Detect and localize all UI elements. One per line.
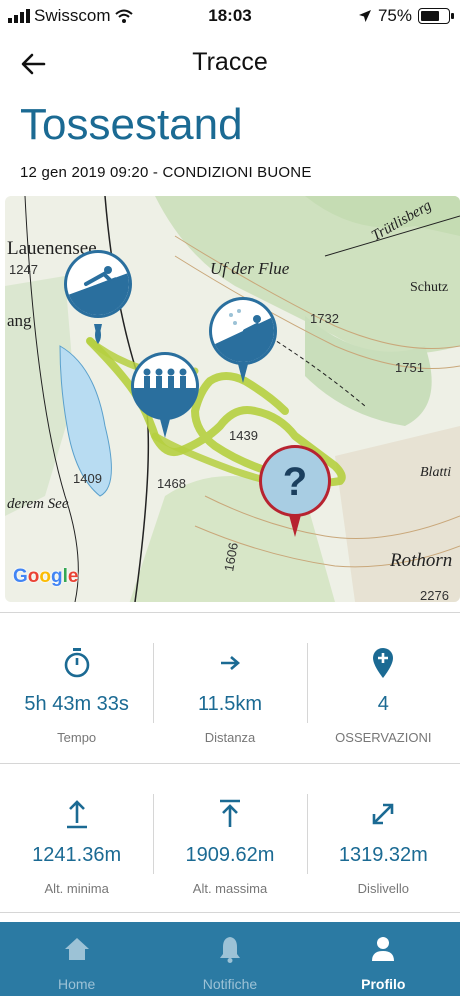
tab-home-label: Home (57, 976, 96, 992)
tab-home[interactable]: Home (0, 922, 153, 996)
stat-distance-label: Distanza (204, 730, 256, 745)
google-letter: G (13, 566, 28, 587)
arrow-right-icon (153, 643, 306, 683)
bell-icon (153, 934, 306, 964)
map-elevation-1751: 1751 (395, 360, 424, 375)
stat-elevation-gain: 1319.32m Dislivello (306, 764, 460, 914)
track-subtitle: 12 gen 2019 09:20 - CONDIZIONI BUONE (20, 164, 312, 181)
google-letter: o (39, 566, 51, 587)
stat-max-altitude-value: 1909.62m (185, 844, 275, 866)
map-label-derem-see: derem See (7, 496, 69, 512)
stats-row-1: 5h 43m 33s Tempo 11.5km Distanza 4 OSSER… (0, 613, 460, 763)
pin-plus-icon (307, 643, 460, 683)
map-elevation-1409: 1409 (73, 471, 102, 486)
tab-profile-label: Profilo (361, 976, 406, 992)
map-label-uf-der-flue: Uf der Flue (210, 259, 290, 278)
battery-icon (418, 8, 454, 24)
battery-percent: 75% (377, 6, 412, 25)
map-elevation-1247: 1247 (9, 262, 38, 277)
track-condition: CONDIZIONI BUONE (162, 164, 312, 181)
status-right: 75% (358, 6, 454, 26)
tab-notifications[interactable]: Notifiche (153, 922, 306, 996)
map-label-blatti: Blatti (420, 465, 451, 480)
diagonal-expand-icon (307, 794, 460, 834)
map-elevation-1732: 1732 (310, 311, 339, 326)
stat-max-altitude-label: Alt. massima (192, 881, 268, 896)
stat-observations: 4 OSSERVAZIONI (306, 613, 460, 763)
track-map[interactable]: Lauenensee Uf der Flue Trütlisberg Schut… (5, 196, 460, 602)
stat-time-value: 5h 43m 33s (24, 693, 129, 715)
stats-row-2: 1241.36m Alt. minima 1909.62m Alt. massi… (0, 764, 460, 914)
person-icon (307, 934, 460, 964)
stat-observations-label: OSSERVAZIONI (335, 730, 432, 745)
tab-profile[interactable]: Profilo (307, 922, 460, 996)
track-name: Tossestand (20, 100, 243, 149)
stat-distance: 11.5km Distanza (153, 613, 306, 763)
divider-bottom (0, 912, 460, 913)
map-label-schutz: Schutz (410, 280, 448, 295)
map-label-ang: ang (7, 311, 32, 330)
stopwatch-icon (0, 643, 153, 683)
stat-elevation-gain-label: Dislivello (357, 881, 409, 896)
status-bar: Swisscom 18:03 75% (0, 0, 460, 34)
stat-min-altitude: 1241.36m Alt. minima (0, 764, 153, 914)
map-label-rothorn: Rothorn (389, 550, 452, 571)
tab-notifications-label: Notifiche (202, 976, 258, 992)
location-arrow-icon (358, 10, 371, 22)
stat-max-altitude: 1909.62m Alt. massima (153, 764, 306, 914)
stat-min-altitude-label: Alt. minima (44, 881, 109, 896)
google-letter: e (67, 566, 79, 587)
navigation-bar: Tracce (0, 34, 460, 92)
nav-title: Tracce (192, 48, 268, 76)
google-letter: g (51, 566, 63, 587)
google-letter: o (27, 566, 40, 587)
home-icon (0, 934, 153, 964)
map-elevation-1468: 1468 (157, 476, 186, 491)
map-elevation-2276: 2276 (420, 588, 449, 602)
arrow-up-from-line-icon (0, 794, 153, 834)
stat-time-label: Tempo (57, 730, 97, 745)
stat-min-altitude-value: 1241.36m (32, 844, 122, 866)
arrow-up-to-line-icon (153, 794, 306, 834)
stat-distance-value: 11.5km (197, 693, 263, 715)
track-date: 12 gen 2019 09:20 (20, 164, 149, 181)
google-logo: Google (13, 566, 78, 588)
stat-observations-value: 4 (377, 693, 389, 715)
tab-bar: Home Notifiche Profilo (0, 922, 460, 996)
stat-time: 5h 43m 33s Tempo (0, 613, 153, 763)
question-icon: ? (283, 460, 307, 504)
battery-fill (421, 11, 439, 21)
stat-elevation-gain-value: 1319.32m (338, 844, 428, 866)
map-canvas[interactable]: Lauenensee Uf der Flue Trütlisberg Schut… (5, 196, 460, 602)
map-elevation-1439: 1439 (229, 428, 258, 443)
